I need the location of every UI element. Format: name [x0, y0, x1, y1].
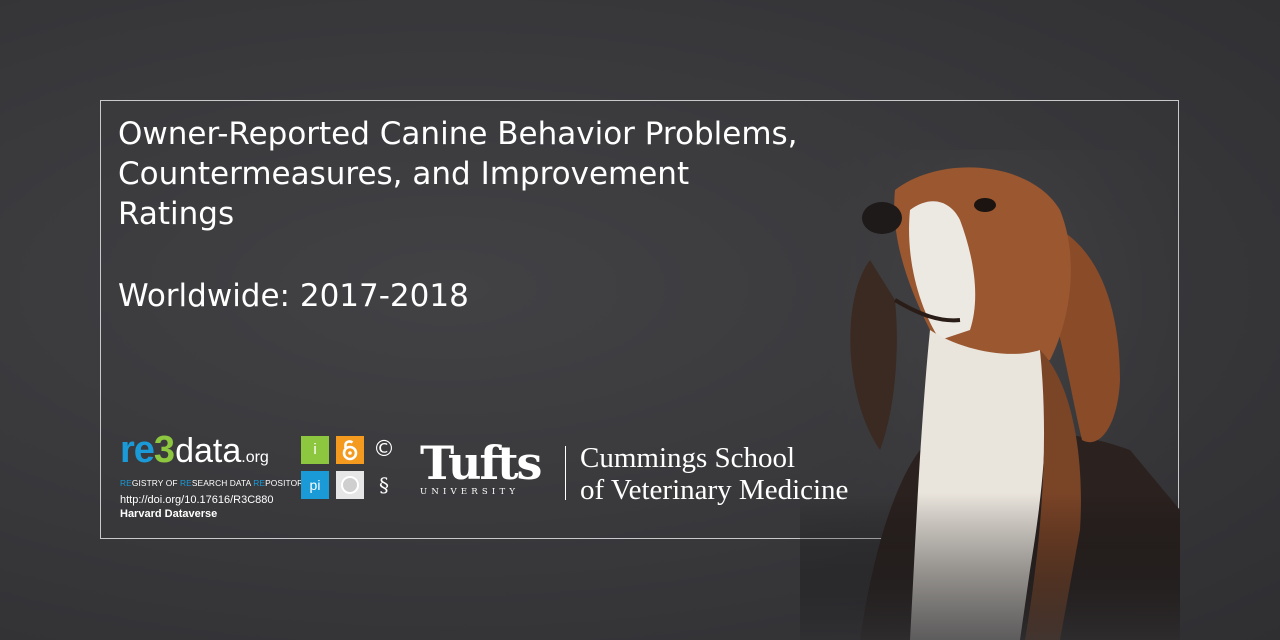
school-name: Cummings School of Veterinary Medicine — [580, 442, 848, 506]
info-icon[interactable]: i — [301, 436, 329, 464]
open-access-lock-icon — [342, 440, 358, 461]
re3data-logo[interactable]: re3data.org REGISTRY OF RESEARCH DATA RE… — [120, 429, 318, 520]
tufts-wordmark: Tufts — [420, 436, 542, 490]
school-line-2: of Veterinary Medicine — [580, 474, 849, 506]
re3data-tagline: REGISTRY OF RESEARCH DATA REPOSITORIES — [120, 478, 318, 488]
title-line-2: Countermeasures, and Improvement — [118, 156, 690, 192]
dataset-title: Owner-Reported Canine Behavior Problems,… — [118, 114, 918, 234]
open-access-icon[interactable] — [336, 436, 364, 464]
logo-divider — [565, 446, 566, 500]
certificate-icon[interactable] — [336, 471, 364, 499]
certificate-seal-icon — [341, 476, 359, 494]
policy-section-icon[interactable]: § — [370, 471, 398, 499]
doi-link[interactable]: http://doi.org/10.17616/R3C880 — [120, 494, 317, 506]
repository-name: Harvard Dataverse — [120, 508, 218, 520]
copyright-icon[interactable]: © — [370, 436, 398, 464]
school-line-1: Cummings School — [580, 442, 796, 474]
title-line-1: Owner-Reported Canine Behavior Problems, — [118, 116, 798, 152]
dataset-subtitle: Worldwide: 2017-2018 — [118, 278, 469, 314]
title-line-3: Ratings — [118, 196, 235, 232]
tufts-logo[interactable]: Tufts UNIVERSITY — [420, 440, 550, 497]
persistent-identifier-icon[interactable]: pi — [301, 471, 329, 499]
re3data-wordmark: re3data.org — [120, 429, 269, 471]
